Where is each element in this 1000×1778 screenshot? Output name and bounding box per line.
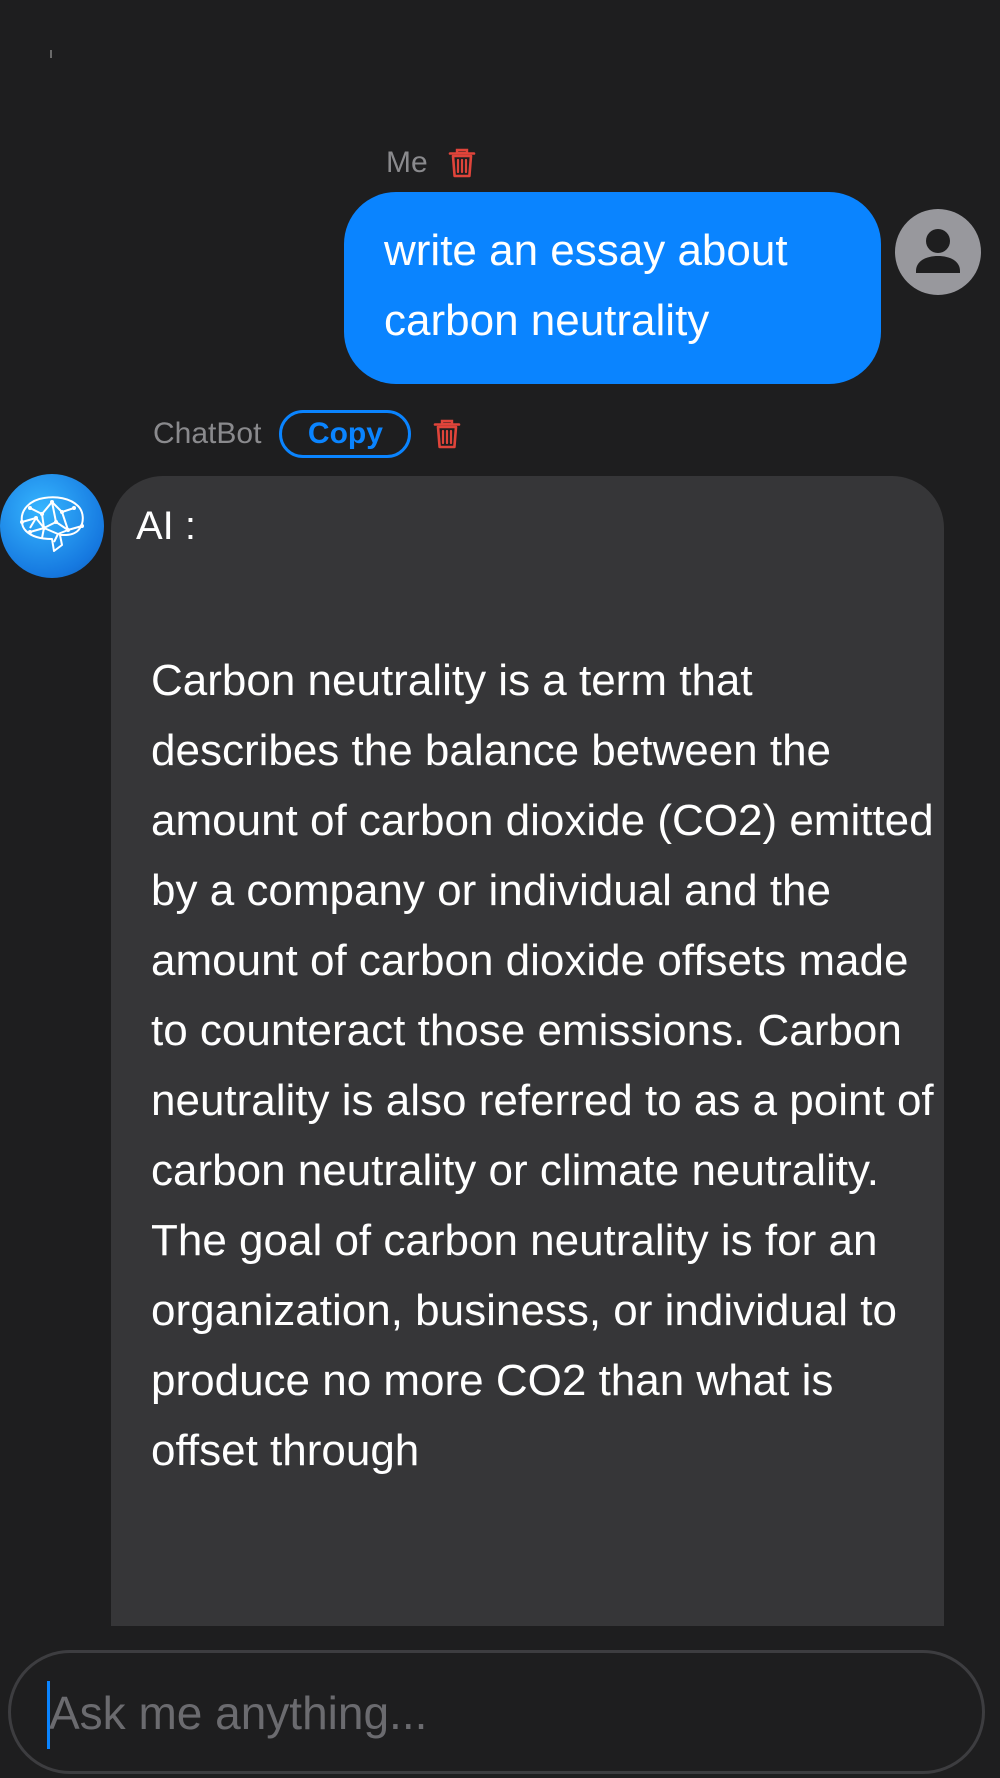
copy-button[interactable]: Copy bbox=[279, 410, 412, 458]
user-sender-name: Me bbox=[386, 146, 428, 179]
message-composer bbox=[8, 1650, 985, 1774]
message-input[interactable] bbox=[39, 1673, 949, 1753]
user-message-header: Me bbox=[386, 143, 476, 183]
bot-message-header: ChatBot Copy bbox=[153, 407, 461, 461]
bot-message-text: Carbon neutrality is a term that describ… bbox=[151, 656, 934, 1475]
bot-avatar bbox=[0, 474, 104, 578]
ai-prefix-label: AI : bbox=[136, 504, 197, 548]
bot-sender-name: ChatBot bbox=[153, 417, 262, 450]
trash-icon[interactable] bbox=[448, 147, 476, 179]
bot-message-bubble: AI : Carbon neutrality is a term that de… bbox=[111, 476, 944, 1626]
top-edge-mark bbox=[50, 50, 52, 58]
text-caret bbox=[47, 1681, 50, 1749]
trash-icon[interactable] bbox=[433, 418, 461, 450]
brain-icon bbox=[20, 496, 84, 552]
user-avatar bbox=[895, 209, 981, 295]
user-message-bubble: write an essay about carbon neutrality bbox=[344, 192, 881, 384]
user-message-text: write an essay about carbon neutrality bbox=[384, 226, 788, 345]
person-icon bbox=[916, 229, 960, 273]
